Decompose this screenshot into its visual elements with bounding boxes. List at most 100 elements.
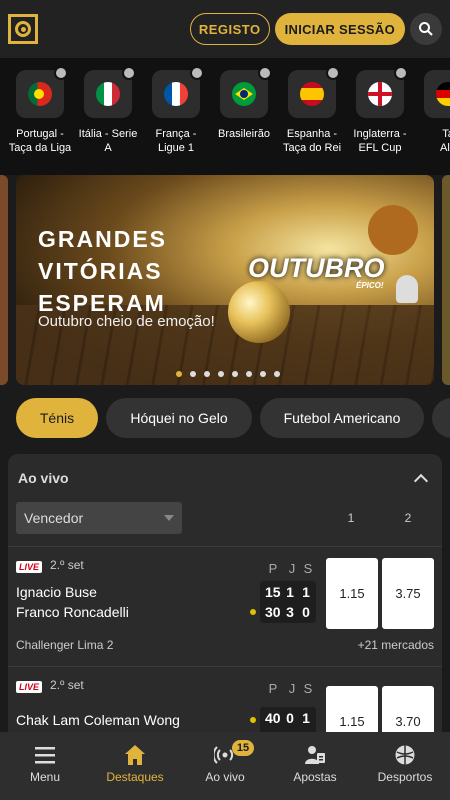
football-badge-icon — [122, 66, 136, 80]
team-away: Franco Roncadelli — [16, 604, 129, 620]
carousel-dot[interactable] — [189, 371, 196, 377]
banner-tag: ÉPICO! — [356, 281, 384, 290]
football-badge-icon — [54, 66, 68, 80]
column-header-2: 2 — [404, 511, 412, 525]
carousel-dot[interactable] — [231, 371, 238, 377]
portugal-flag-icon — [28, 82, 52, 106]
banner-month: OUTUBRO — [248, 253, 385, 283]
pill-american-football[interactable]: Futebol Americano — [260, 398, 424, 438]
england-flag-icon — [368, 82, 392, 106]
nav-label: Desportos — [377, 770, 433, 784]
match-period: 2.º set — [50, 558, 84, 572]
market-select[interactable]: Vencedor — [16, 502, 182, 534]
football-badge-icon — [326, 66, 340, 80]
score-header: J — [288, 681, 296, 696]
serving-indicator — [250, 717, 256, 723]
next-slide-peek[interactable] — [442, 175, 450, 385]
leagues-strip: Portugal - Taça da Liga Itália - Serie A F… — [0, 58, 450, 175]
promo-banner[interactable]: GRANDES VITÓRIAS ESPERAM Outubro cheio d… — [16, 175, 434, 385]
nav-sports[interactable]: Desportos — [360, 732, 450, 800]
market-row: Vencedor 1 2 — [8, 502, 442, 546]
pill-ice-hockey[interactable]: Hóquei no Gelo — [106, 398, 252, 438]
team-home: Ignacio Buse — [16, 584, 97, 600]
score-header: S — [303, 681, 313, 696]
app-page: REGISTO INICIAR SESSÃO Portugal - Taça da… — [0, 0, 450, 800]
register-button[interactable]: REGISTO — [189, 13, 270, 45]
dropdown-caret-icon — [164, 515, 174, 521]
login-button[interactable]: INICIAR SESSÃO — [274, 13, 405, 45]
more-markets-link[interactable]: +21 mercados — [358, 638, 434, 652]
carousel-dots — [16, 371, 434, 377]
nav-live[interactable]: 15 Ao vivo — [180, 732, 270, 800]
carousel-dot[interactable] — [203, 371, 210, 377]
carousel-dot[interactable] — [273, 371, 280, 377]
home-icon — [125, 745, 145, 765]
pill-tennis[interactable]: Ténis — [16, 398, 98, 438]
target-logo-icon[interactable] — [8, 14, 38, 44]
chevron-up-icon[interactable] — [414, 471, 428, 485]
carousel-dot[interactable] — [175, 371, 182, 377]
match-row[interactable]: LIVE 2.º set P J S Ignacio Buse Franco R… — [8, 546, 442, 666]
sports-ball-icon — [395, 745, 415, 765]
nav-label: Ao vivo — [205, 770, 245, 784]
previous-slide-peek[interactable] — [0, 175, 8, 385]
league-item-spain[interactable]: Espanha - Taça do Rei — [278, 66, 346, 155]
hamburger-icon — [35, 747, 55, 764]
score-header: J — [288, 561, 296, 576]
nav-label: Apostas — [293, 770, 337, 784]
germany-flag-icon — [436, 82, 450, 106]
nav-label: Menu — [29, 770, 61, 784]
league-item-germany[interactable]: TaAle — [414, 70, 450, 155]
banner-subtitle: Outubro cheio de emoção! — [38, 313, 215, 330]
live-badge: LIVE — [16, 681, 43, 693]
golden-ball-graphic — [228, 281, 290, 343]
competition-name: Challenger Lima 2 — [16, 638, 114, 652]
carousel-dot[interactable] — [217, 371, 224, 377]
ghost-graphic — [396, 275, 418, 303]
bottom-navigation: Menu Destaques 15 Ao vivo Apostas Despor… — [0, 732, 450, 800]
live-badge: LIVE — [16, 561, 43, 573]
score-header: P — [268, 681, 278, 696]
carousel-dot[interactable] — [245, 371, 252, 377]
nav-highlights[interactable]: Destaques — [90, 732, 180, 800]
league-item-italy[interactable]: Itália - Serie A — [74, 66, 142, 155]
serving-indicator — [250, 609, 256, 615]
promo-carousel[interactable]: GRANDES VITÓRIAS ESPERAM Outubro cheio d… — [0, 175, 450, 385]
football-badge-icon — [394, 66, 408, 80]
sport-filter-pills: Ténis Hóquei no Gelo Futebol Americano — [0, 398, 450, 438]
top-header: REGISTO INICIAR SESSÃO — [0, 0, 450, 58]
football-badge-icon — [258, 66, 272, 80]
italy-flag-icon — [96, 82, 120, 106]
league-item-france[interactable]: França - Ligue 1 — [142, 66, 210, 155]
score-header: P — [268, 561, 278, 576]
nav-label: Destaques — [106, 770, 164, 784]
live-panel-title: Ao vivo — [18, 470, 69, 486]
live-events-panel: Ao vivo Vencedor 1 2 LIVE 2.º set P J S … — [8, 454, 442, 744]
search-button[interactable] — [410, 13, 442, 45]
team-home: Chak Lam Coleman Wong — [16, 712, 180, 728]
league-item-brazil[interactable]: Brasileirão — [210, 66, 278, 141]
pill-next-sport[interactable] — [432, 398, 450, 438]
match-period: 2.º set — [50, 678, 84, 692]
nav-menu[interactable]: Menu — [0, 732, 90, 800]
banner-title: GRANDES VITÓRIAS ESPERAM — [38, 226, 168, 316]
league-item-england[interactable]: Inglaterra - EFL Cup — [346, 66, 414, 155]
pumpkin-graphic — [368, 205, 418, 255]
search-icon — [419, 22, 433, 36]
brazil-flag-icon — [232, 82, 256, 106]
nav-bets[interactable]: Apostas — [270, 732, 360, 800]
column-header-1: 1 — [347, 511, 355, 525]
league-item-portugal[interactable]: Portugal - Taça da Liga — [6, 66, 74, 155]
france-flag-icon — [164, 82, 188, 106]
bet-slip-icon — [305, 746, 325, 764]
odd-button-2[interactable]: 3.75 — [382, 558, 434, 629]
football-badge-icon — [190, 66, 204, 80]
carousel-dot[interactable] — [259, 371, 266, 377]
score-box: 15 1 1 30 3 0 — [260, 581, 316, 623]
live-panel-header[interactable]: Ao vivo — [8, 454, 442, 502]
odd-button-1[interactable]: 1.15 — [326, 558, 378, 629]
header-actions: REGISTO INICIAR SESSÃO — [189, 13, 442, 45]
live-count-badge: 15 — [232, 740, 254, 756]
spain-flag-icon — [300, 82, 324, 106]
score-header: S — [303, 561, 313, 576]
